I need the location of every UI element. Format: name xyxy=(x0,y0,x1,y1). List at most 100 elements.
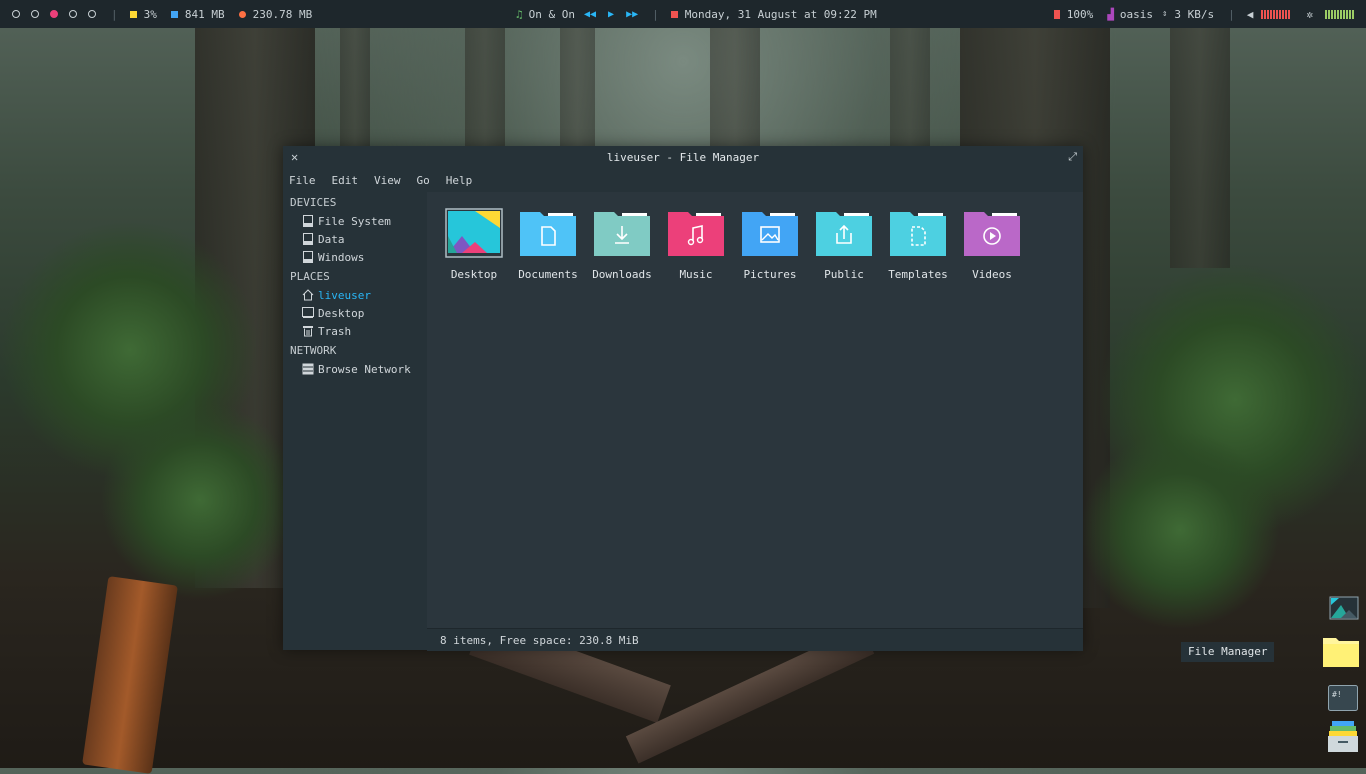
brightness-icon[interactable]: ✲ xyxy=(1306,8,1313,21)
file-label: Videos xyxy=(972,268,1012,281)
separator: | xyxy=(111,7,118,21)
storage-icon xyxy=(238,10,246,18)
svg-text:#!: #! xyxy=(1332,690,1342,699)
status-text: 8 items, Free space: 230.8 MiB xyxy=(440,634,639,647)
file-label: Pictures xyxy=(743,268,797,281)
sidebar-item-label: Browse Network xyxy=(318,362,411,376)
sidebar-item-data[interactable]: Data xyxy=(283,230,426,248)
desktop-folder-icon xyxy=(445,208,503,258)
dock-terminal-icon[interactable]: #! xyxy=(1328,685,1358,715)
previous-icon[interactable]: ◀◀ xyxy=(584,9,596,20)
battery-icon xyxy=(1053,9,1060,19)
workspace-4[interactable] xyxy=(69,10,77,18)
menu-file[interactable]: File xyxy=(289,174,316,187)
title-bar[interactable]: ✕ liveuser - File Manager ⤢ xyxy=(283,146,1083,168)
file-grid: Desktop Documents Downloads Music Pictur… xyxy=(437,208,1029,281)
separator: | xyxy=(652,7,659,21)
brightness-bar[interactable] xyxy=(1325,9,1354,19)
section-network: NETWORK xyxy=(290,344,337,357)
storage-value: 230.78 MB xyxy=(252,7,313,21)
sidebar-item-browse-network[interactable]: Browse Network xyxy=(283,360,426,378)
file-label: Public xyxy=(824,268,864,281)
file-label: Desktop xyxy=(450,268,498,281)
dock-tooltip: File Manager xyxy=(1181,642,1275,662)
file-manager-window: ✕ liveuser - File Manager ⤢ File Edit Vi… xyxy=(283,146,1083,651)
network-icon xyxy=(302,363,314,375)
menu-go[interactable]: Go xyxy=(417,174,430,187)
volume-bar[interactable] xyxy=(1261,9,1291,19)
network-name[interactable]: oasis xyxy=(1120,8,1153,21)
maximize-icon[interactable]: ⤢ xyxy=(1068,150,1077,164)
music-icon: ♫ xyxy=(516,7,523,21)
workspace-3[interactable] xyxy=(50,10,58,18)
workspace-5[interactable] xyxy=(88,10,96,18)
cpu-icon xyxy=(129,10,137,18)
file-item-documents[interactable]: Documents xyxy=(511,208,585,281)
file-item-templates[interactable]: Templates xyxy=(881,208,955,281)
drive-icon xyxy=(302,215,314,227)
sidebar-item-windows[interactable]: Windows xyxy=(283,248,426,266)
volume-icon[interactable]: ◀ xyxy=(1247,8,1254,21)
memory-indicator: 841 MB xyxy=(170,7,225,21)
music-title[interactable]: On & On xyxy=(529,8,575,21)
next-icon[interactable]: ▶▶ xyxy=(626,9,638,20)
menu-help[interactable]: Help xyxy=(446,174,473,187)
workspace-1[interactable] xyxy=(12,10,20,18)
calendar-icon xyxy=(670,10,678,18)
sidebar-item-label: File System xyxy=(318,214,391,228)
document-icon xyxy=(520,212,576,256)
menu-bar: File Edit View Go Help xyxy=(283,168,1083,192)
top-panel: | 3% 841 MB 230.78 MB ♫ On & On ◀◀ ▶ ▶▶ … xyxy=(0,0,1366,28)
menu-view[interactable]: View xyxy=(374,174,401,187)
download-icon xyxy=(594,212,650,256)
home-icon xyxy=(302,289,314,301)
file-item-desktop[interactable]: Desktop xyxy=(437,208,511,281)
cpu-indicator: 3% xyxy=(129,7,157,21)
file-label: Documents xyxy=(518,268,578,281)
desktop-icon xyxy=(302,307,314,319)
file-view[interactable]: Desktop Documents Downloads Music Pictur… xyxy=(427,192,1083,628)
memory-value: 841 MB xyxy=(184,7,225,21)
menu-edit[interactable]: Edit xyxy=(332,174,359,187)
sidebar-item-file-system[interactable]: File System xyxy=(283,212,426,230)
file-label: Music xyxy=(679,268,713,281)
dock-folder-icon[interactable] xyxy=(1322,634,1360,668)
file-item-public[interactable]: Public xyxy=(807,208,881,281)
storage-indicator: 230.78 MB xyxy=(238,7,313,21)
sidebar-item-desktop[interactable]: Desktop xyxy=(283,304,426,322)
sidebar-item-label: liveuser xyxy=(318,288,371,302)
file-item-downloads[interactable]: Downloads xyxy=(585,208,659,281)
file-item-pictures[interactable]: Pictures xyxy=(733,208,807,281)
trash-icon xyxy=(302,325,314,337)
picture-icon xyxy=(742,212,798,256)
sidebar-item-label: Desktop xyxy=(318,306,365,320)
separator: | xyxy=(1228,7,1235,21)
window-title: liveuser - File Manager xyxy=(606,151,760,164)
status-bar: 8 items, Free space: 230.8 MiB xyxy=(427,628,1083,651)
file-label: Templates xyxy=(888,268,948,281)
sidebar-item-label: Windows xyxy=(318,250,365,264)
section-places: PLACES xyxy=(290,270,330,283)
music-folder-icon xyxy=(668,212,724,256)
workspace-2[interactable] xyxy=(31,10,39,18)
date-time[interactable]: Monday, 31 August at 09:22 PM xyxy=(685,8,877,21)
play-icon[interactable]: ▶ xyxy=(608,9,614,20)
dock-image-viewer-icon[interactable] xyxy=(1329,593,1359,623)
file-item-videos[interactable]: Videos xyxy=(955,208,1029,281)
sidebar-item-liveuser[interactable]: liveuser xyxy=(283,286,426,304)
sidebar-item-label: Data xyxy=(318,232,345,246)
wifi-icon: ▟ xyxy=(1107,7,1114,21)
video-icon xyxy=(964,212,1020,256)
sidebar-item-trash[interactable]: Trash xyxy=(283,322,426,340)
dock-archive-icon[interactable] xyxy=(1328,720,1358,754)
sidebar: DEVICES File System Data Windows PLACES … xyxy=(283,192,426,650)
memory-icon xyxy=(170,10,178,18)
file-item-music[interactable]: Music xyxy=(659,208,733,281)
drive-icon xyxy=(302,233,314,245)
section-devices: DEVICES xyxy=(290,196,337,209)
sidebar-item-label: Trash xyxy=(318,324,352,338)
share-icon xyxy=(816,212,872,256)
battery-value: 100% xyxy=(1066,7,1094,21)
file-label: Downloads xyxy=(592,268,652,281)
cpu-value: 3% xyxy=(143,7,157,21)
